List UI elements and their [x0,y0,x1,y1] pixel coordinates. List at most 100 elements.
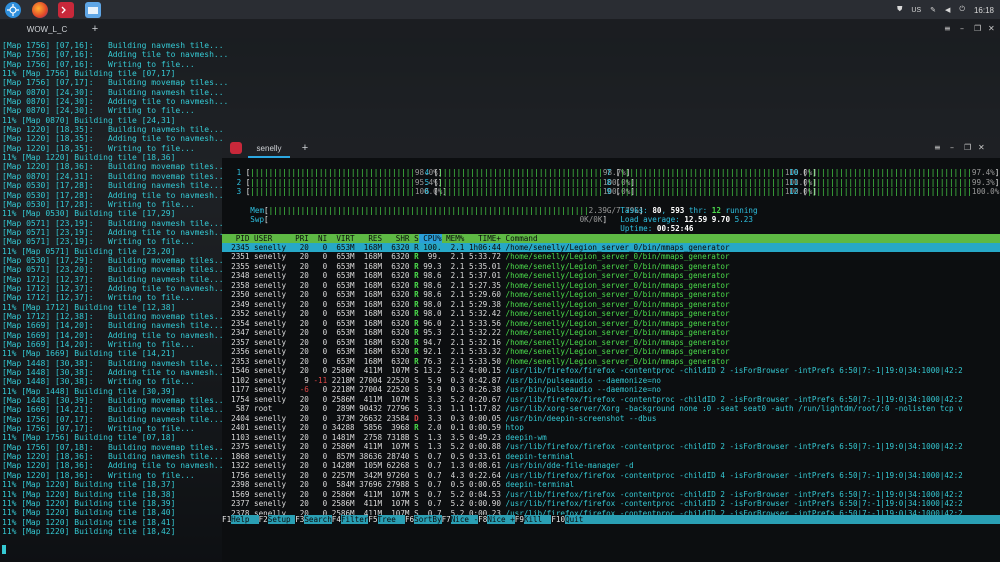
cell-cpu: 98.6 [418,280,442,290]
process-row[interactable]: 2352 senelly 20 0 653M 168M 6320 R 98.0 … [222,309,1000,319]
process-row[interactable]: 2348 senelly 20 0 653M 168M 6320 R 98.6 … [222,271,1000,281]
fkey-f2[interactable]: F2 [258,515,268,524]
fkey-f10[interactable]: F10 [551,515,566,524]
process-row[interactable]: 1868 senelly 20 0 857M 38636 28740 S 0.7… [222,452,1000,462]
fkey-label[interactable]: Kill [524,515,551,524]
tab-senelly[interactable]: senelly [248,138,290,158]
process-row[interactable]: 2353 senelly 20 0 653M 168M 6320 R 76.3 … [222,357,1000,367]
cell-mem: 5.2 [441,442,465,451]
add-tab-button[interactable]: + [88,20,102,38]
column-header-s[interactable]: S [410,234,419,243]
fkey-f9[interactable]: F9 [514,515,524,524]
cpu-bracket: ] [994,168,1000,177]
fkey-label[interactable]: Nice + [487,515,514,524]
column-header-time[interactable]: TIME+ [464,234,501,243]
process-row[interactable]: 2398 senelly 20 0 584M 37696 27988 S 0.7… [222,480,1000,490]
column-header-cpu[interactable]: CPU% [418,234,442,243]
fkey-f1[interactable]: F1 [222,515,232,524]
fkey-f8[interactable]: F8 [478,515,488,524]
menu-icon[interactable]: ≡ [944,24,951,34]
fkey-f6[interactable]: F6 [404,515,415,524]
column-header-mem[interactable]: MEM% [442,234,464,243]
cell-pid: 587 [222,404,250,413]
cell-user: senelly [249,451,291,461]
column-header-res[interactable]: RES [355,234,382,243]
maximize-icon[interactable]: ❐ [964,143,971,153]
terminal-icon[interactable] [58,2,74,18]
column-header-ni[interactable]: NI [309,234,327,243]
process-row[interactable]: 2404 senelly 20 0 373M 26632 23584 D 3.3… [222,414,1000,424]
terminal-window-htop[interactable]: senelly + ≡ – ❐ ✕ 1 [|||||||||||||||||||… [222,138,1000,562]
log-line: [Map 1448] [30,38]: Building navmesh til… [2,358,224,368]
tab-wow[interactable]: WOW_L_C [22,20,72,38]
fkey-label[interactable]: Filter [341,515,368,524]
fkey-label[interactable]: Help [231,515,258,524]
process-row[interactable]: 1754 senelly 20 0 2586M 411M 107M S 3.3 … [222,395,1000,405]
process-row[interactable]: 1756 senelly 20 0 2257M 342M 97260 S 0.7… [222,471,1000,481]
process-row[interactable]: 2357 senelly 20 0 653M 168M 6320 R 94.7 … [222,338,1000,348]
process-row[interactable]: 2351 senelly 20 0 653M 168M 6320 R 99. 2… [222,252,1000,262]
function-key-bar[interactable]: F1Help F2Setup F3SearchF4FilterF5Tree F6… [222,515,1000,524]
terminal-titlebar[interactable]: senelly + ≡ – ❐ ✕ [222,138,1000,158]
process-row[interactable]: 2356 senelly 20 0 653M 168M 6320 R 92.1 … [222,347,1000,357]
cell-command: deepin-terminal [500,480,575,489]
process-row[interactable]: 2375 senelly 20 0 2586M 411M 107M S 1.3 … [222,442,1000,452]
minimize-icon[interactable]: – [950,143,954,153]
cell-pri: 20 [290,423,309,432]
close-icon[interactable]: ✕ [988,24,995,34]
column-header-command[interactable]: Command [501,234,538,243]
process-list[interactable]: 2351 senelly 20 0 653M 168M 6320 R 99. 2… [222,252,1000,518]
network-icon[interactable]: ✎ [930,6,936,14]
process-row[interactable]: 2349 senelly 20 0 653M 168M 6320 R 98.0 … [222,300,1000,310]
column-header-user[interactable]: USER [249,234,290,243]
maximize-icon[interactable]: ❐ [974,24,981,34]
cell-time: 0:26.38 [464,385,501,394]
power-icon[interactable]: ⏻ [959,6,965,14]
process-row[interactable]: 2350 senelly 20 0 653M 168M 6320 R 98.6 … [222,290,1000,300]
cell-s: S [409,489,419,499]
fkey-label[interactable]: Setup [268,515,295,524]
keyboard-layout[interactable]: US [911,7,921,14]
fkey-f5[interactable]: F5 [368,515,378,524]
column-header-pid[interactable]: PID [222,234,250,243]
add-tab-button[interactable]: + [298,138,312,158]
fkey-f7[interactable]: F7 [441,515,451,524]
process-row[interactable]: 2401 senelly 20 0 34288 5856 3968 R 2.0 … [222,423,1000,433]
process-row[interactable]: 1177 senelly -6 0 2218M 27004 22520 S 3.… [222,385,1000,395]
volume-icon[interactable]: ◀ [945,6,950,14]
firefox-icon[interactable] [32,2,48,18]
column-header-shr[interactable]: SHR [382,234,410,243]
file-manager-icon[interactable] [85,2,101,18]
column-header-virt[interactable]: VIRT [327,234,354,243]
process-row[interactable]: 2347 senelly 20 0 653M 168M 6320 R 95.3 … [222,328,1000,338]
process-row[interactable]: 2355 senelly 20 0 653M 168M 6320 R 99.3 … [222,262,1000,272]
minimize-icon[interactable]: – [960,24,964,34]
process-row[interactable]: 1546 senelly 20 0 2586M 411M 107M S 13.2… [222,366,1000,376]
close-icon[interactable]: ✕ [978,143,985,153]
fkey-label[interactable]: Nice - [451,515,478,524]
shield-icon[interactable]: ⛊ [897,6,902,14]
process-row[interactable]: 587 root 20 0 289M 90432 72796 S 3.3 1.1… [222,404,1000,414]
process-row[interactable]: 1322 senelly 20 0 1428M 105M 62268 S 0.7… [222,461,1000,471]
process-row[interactable]: 2358 senelly 20 0 653M 168M 6320 R 98.6 … [222,281,1000,291]
process-row[interactable]: 1103 senelly 20 0 1481M 2758 7318B S 1.3… [222,433,1000,443]
process-row[interactable]: 2377 senelly 20 0 2586M 411M 107M S 0.7 … [222,499,1000,509]
process-row[interactable]: 1102 senelly 9 -11 2218M 27004 22520 S 5… [222,376,1000,386]
column-header-pri[interactable]: PRI [291,234,309,243]
clock[interactable]: 16:18 [974,6,994,15]
cell-pri: 20 [290,451,309,461]
fkey-f4[interactable]: F4 [331,515,341,524]
process-row[interactable]: 2354 senelly 20 0 653M 168M 6320 R 96.0 … [222,319,1000,329]
selected-process-row[interactable]: 2345 senelly 20 0 653M 168M 6320 R 100. … [222,243,1000,252]
launcher-icon[interactable] [5,2,21,18]
cell-ni: 0 [308,489,328,499]
process-row[interactable]: 1569 senelly 20 0 2586M 411M 107M S 0.7 … [222,490,1000,500]
menu-icon[interactable]: ≡ [934,143,941,153]
fkey-label[interactable]: Quit [565,515,592,524]
fkey-f3[interactable]: F3 [295,515,305,524]
process-table-header[interactable]: PID USER PRI NI VIRT RES SHR S CPU% MEM%… [222,234,1000,243]
fkey-label[interactable]: SortBy [414,515,441,524]
terminal-titlebar[interactable]: WOW_L_C + ≡ – ❐ ✕ [0,20,1000,38]
fkey-label[interactable]: Tree [378,515,405,524]
fkey-label[interactable]: Search [304,515,331,524]
